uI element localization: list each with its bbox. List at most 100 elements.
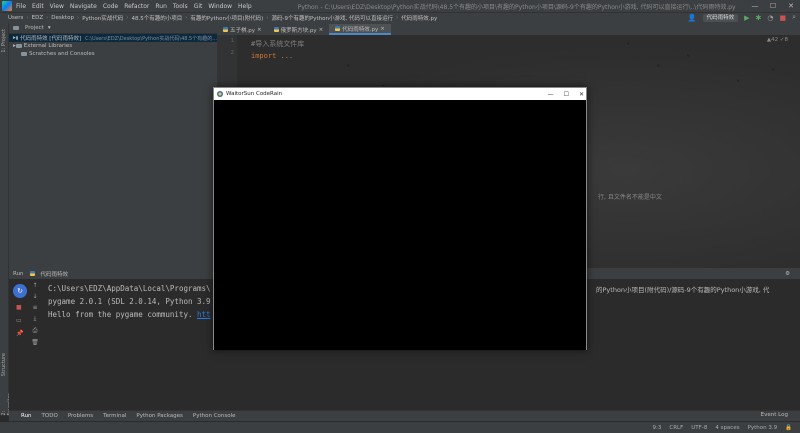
menu-bar: File Edit View Navigate Code Refactor Ru…	[0, 0, 800, 12]
close-icon[interactable]: ×	[380, 26, 385, 32]
project-root-row[interactable]: ▸ 代码雨特效 [代码雨特效] C:\Users\EDZ\Desktop\Pyt…	[9, 34, 217, 42]
run-toolbar: ↑ ↓ ≡ ⤓ ⎙ 🗑	[29, 282, 41, 352]
arrow-down-icon[interactable]: ↓	[32, 293, 37, 300]
breadcrumb-item[interactable]: 有趣的Python小项目(附代码)	[190, 14, 263, 22]
project-tool-tab[interactable]: 1: Project	[1, 29, 7, 53]
tree-item-external-libraries[interactable]: ▸ External Libraries	[9, 42, 217, 50]
menu-view[interactable]: View	[50, 3, 64, 10]
tab-wuziqi[interactable]: 五子棋.py ×	[217, 24, 268, 35]
caret-position[interactable]: 9:3	[653, 425, 662, 431]
code-line-import[interactable]: import ...	[251, 52, 293, 60]
coverage-icon[interactable]: ◔	[767, 14, 773, 22]
tab-coderain[interactable]: 代码雨特效.py ×	[329, 24, 391, 35]
stop-icon[interactable]: ■	[779, 14, 786, 22]
tab-tetris[interactable]: 俄罗斯方块.py ×	[268, 24, 330, 35]
menu-edit[interactable]: Edit	[32, 3, 44, 10]
inspection-widget[interactable]: ▲42 ✓8	[767, 37, 788, 43]
python-file-icon	[335, 26, 341, 31]
console-output-line: pygame 2.0.1 (SDL 2.0.14, Python 3.9	[48, 297, 211, 306]
breadcrumb-item[interactable]: 代码雨特效.py	[401, 14, 437, 22]
menu-file[interactable]: File	[16, 3, 26, 10]
breadcrumb-item[interactable]: 源码-9个有趣的Python小游戏, 代码可以直接运行	[271, 14, 393, 22]
bottom-tool-tabs: Run TODO Problems Terminal Python Packag…	[9, 410, 800, 421]
search-icon[interactable]: ⌕	[792, 13, 796, 22]
maximize-button[interactable]: ☐	[764, 0, 782, 12]
tab-label: 五子棋.py	[230, 27, 255, 34]
menu-refactor[interactable]: Refactor	[124, 3, 149, 10]
bottom-tab-run[interactable]: Run	[21, 413, 32, 419]
python-file-icon	[273, 27, 279, 32]
python-logo-icon	[217, 91, 223, 97]
line-number: 1	[230, 38, 235, 44]
tree-item-scratches[interactable]: Scratches and Consoles	[9, 50, 217, 58]
scroll-to-end-icon[interactable]: ⤓	[34, 315, 37, 323]
menu-tools[interactable]: Tools	[173, 3, 188, 10]
minimize-button[interactable]: —	[746, 0, 764, 12]
bottom-tab-python-packages[interactable]: Python Packages	[136, 413, 182, 419]
chevron-down-icon[interactable]: ▾	[48, 25, 51, 31]
project-panel-header: Project ▾	[9, 23, 217, 34]
library-icon	[15, 44, 22, 48]
gear-icon[interactable]: ⚙	[785, 271, 790, 277]
pygame-window-controls: — ☐ ✕	[548, 88, 584, 100]
rerun-button[interactable]: ↻	[13, 284, 27, 298]
tab-label: 俄罗斯方块.py	[280, 27, 317, 34]
status-bar: 9:3 CRLF UTF-8 4 spaces Python 3.9 🔒	[0, 421, 800, 433]
python-file-icon	[29, 271, 35, 276]
layout-icon[interactable]: ▭	[16, 317, 23, 324]
console-output-line: Hello from the pygame community. htt	[48, 310, 211, 319]
menu-window[interactable]: Window	[208, 3, 232, 10]
breadcrumb-item[interactable]: EDZ	[32, 15, 43, 21]
folder-icon	[13, 26, 19, 30]
breadcrumb-item[interactable]: Users	[8, 15, 23, 21]
menu-git[interactable]: Git	[194, 3, 203, 10]
project-root-name: 代码雨特效 [代码雨特效]	[20, 36, 82, 42]
run-tab-label[interactable]: Run	[13, 271, 24, 277]
maximize-button[interactable]: ☐	[564, 91, 569, 98]
stop-icon[interactable]: ■	[16, 304, 23, 311]
interpreter-selector[interactable]: Python 3.9	[748, 425, 778, 431]
tree-item-label: External Libraries	[23, 43, 73, 49]
breadcrumb-item[interactable]: Python实战代码	[82, 14, 123, 22]
soft-wrap-icon[interactable]: ≡	[32, 304, 37, 311]
bottom-tab-problems[interactable]: Problems	[68, 413, 93, 419]
lock-icon[interactable]: 🔒	[785, 425, 792, 431]
bottom-tab-python-console[interactable]: Python Console	[193, 413, 236, 419]
print-icon[interactable]: ⎙	[33, 327, 38, 335]
pycharm-logo-icon	[2, 1, 12, 11]
close-icon[interactable]: ×	[257, 27, 262, 33]
indent-setting[interactable]: 4 spaces	[715, 425, 739, 431]
file-encoding[interactable]: UTF-8	[691, 425, 707, 431]
console-link[interactable]: htt	[197, 310, 211, 319]
breadcrumb-item[interactable]: Desktop	[51, 15, 74, 21]
menu-code[interactable]: Code	[103, 3, 118, 10]
run-config-tab[interactable]: 代码雨特效	[41, 270, 69, 278]
trash-icon[interactable]: 🗑	[31, 339, 39, 346]
bottom-tab-terminal[interactable]: Terminal	[103, 413, 126, 419]
menu-help[interactable]: Help	[238, 3, 252, 10]
project-header-label[interactable]: Project	[25, 25, 44, 31]
close-icon[interactable]: ×	[319, 27, 324, 33]
pygame-window-titlebar[interactable]: WaitorSun CodeRain — ☐ ✕	[214, 88, 586, 100]
close-button[interactable]: ✕	[579, 91, 584, 98]
bottom-tab-todo[interactable]: TODO	[42, 413, 58, 419]
menu-navigate[interactable]: Navigate	[70, 3, 97, 10]
folder-icon	[15, 36, 19, 40]
run-toolbar-left: ■ ▭ 📌	[16, 304, 23, 337]
close-button[interactable]: ✕	[782, 0, 800, 12]
pin-icon[interactable]: 📌	[16, 330, 23, 337]
line-separator[interactable]: CRLF	[669, 425, 683, 431]
arrow-up-icon[interactable]: ↑	[32, 282, 37, 289]
debug-icon[interactable]: ✱	[755, 14, 761, 22]
menu-run[interactable]: Run	[155, 3, 167, 10]
minimize-button[interactable]: —	[548, 91, 554, 98]
run-config-select[interactable]: 代码雨特效	[702, 13, 739, 22]
user-icon[interactable]: 👤	[688, 14, 697, 22]
code-line-comment[interactable]: #导入系统文件库	[251, 39, 304, 49]
window-title: Python - C:\Users\EDZ\Desktop\Python实战代码…	[297, 3, 736, 11]
pygame-canvas[interactable]	[214, 100, 586, 350]
breadcrumb-item[interactable]: 48.5个有趣的小项目	[131, 14, 182, 22]
structure-tool-tab[interactable]: Structure	[1, 353, 7, 376]
run-icon[interactable]: ▶	[744, 14, 749, 22]
event-log-button[interactable]: Event Log	[761, 410, 788, 421]
